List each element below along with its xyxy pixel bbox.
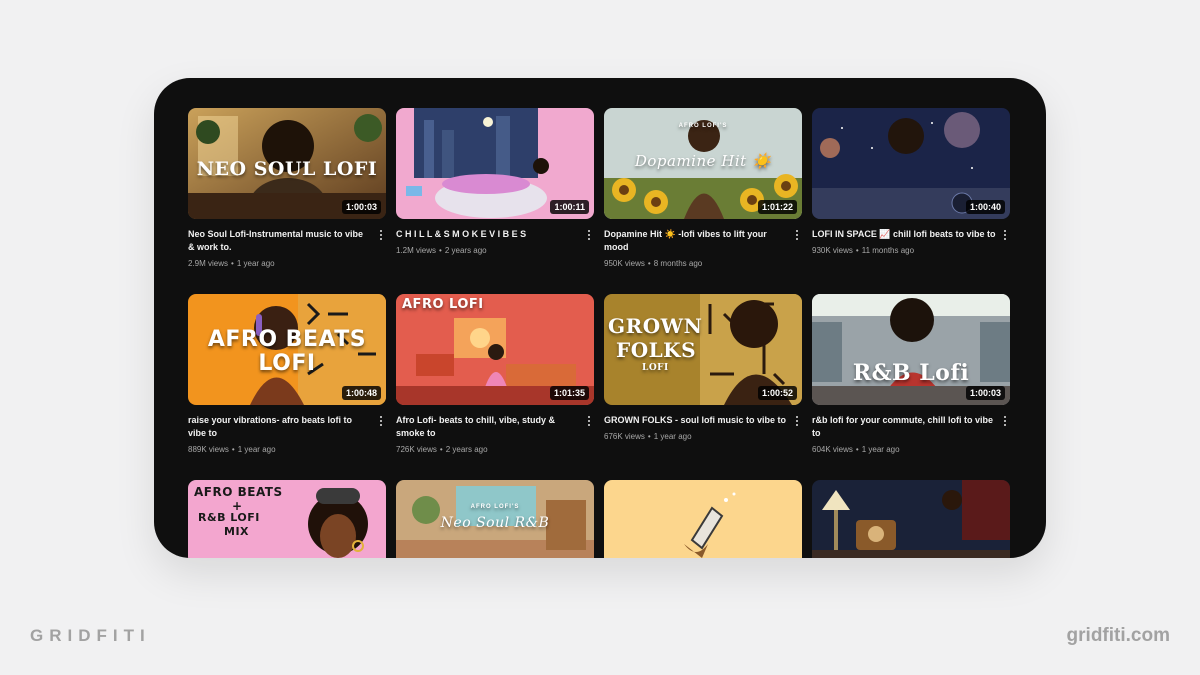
- video-grid-panel: NEO SOUL LOFI 1:00:03 Neo Soul Lofi-Inst…: [154, 78, 1046, 558]
- thumbnail-title: R&B Lofi: [852, 360, 970, 386]
- duration-badge: 1:00:03: [341, 200, 381, 214]
- video-card[interactable]: NEO SOUL LOFI 1:00:03 Neo Soul Lofi-Inst…: [188, 108, 386, 270]
- more-vert-icon[interactable]: [1000, 228, 1010, 242]
- video-title[interactable]: Afro Lofi- beats to chill, vibe, study &…: [396, 414, 580, 440]
- video-card[interactable]: GROWN FOLKS LOFI 1:00:52 GROWN FOLKS - s…: [604, 294, 802, 443]
- duration-badge: 1:01:22: [757, 200, 797, 214]
- duration-badge: 1:00:11: [550, 200, 589, 214]
- video-stats: 889K views • 1 year ago: [188, 445, 276, 454]
- view-count: 1.2M views: [396, 246, 437, 255]
- view-count: 676K views: [604, 432, 645, 441]
- video-stats: 726K views • 2 years ago: [396, 445, 488, 454]
- thumbnail-subtitle: AFRO LOFI'S: [470, 504, 520, 510]
- video-card[interactable]: AFRO LOFI'S Neo Soul R&B: [396, 480, 594, 558]
- video-stats: 2.9M views • 1 year ago: [188, 259, 275, 268]
- duration-badge: 1:00:03: [965, 386, 1005, 400]
- thumbnail-title-line2: LOFI: [258, 351, 316, 376]
- thumbnail-title: Neo Soul R&B: [440, 515, 550, 531]
- view-count: 2.9M views: [188, 259, 229, 268]
- video-card[interactable]: [604, 480, 802, 558]
- upload-age: 1 year ago: [237, 445, 276, 454]
- thumbnail-art: [812, 480, 1010, 558]
- duration-badge: 1:00:48: [341, 386, 381, 400]
- duration-badge: 1:00:52: [757, 386, 797, 400]
- upload-age: 2 years ago: [445, 445, 488, 454]
- thumbnail-title: AFRO BEATS: [194, 485, 283, 499]
- video-thumbnail[interactable]: 1:00:11: [396, 108, 594, 219]
- video-thumbnail[interactable]: 1:00:40: [812, 108, 1010, 219]
- upload-age: 1 year ago: [653, 432, 692, 441]
- video-thumbnail[interactable]: AFRO BEATS LOFI 1:00:48: [188, 294, 386, 405]
- thumbnail-title: AFRO LOFI: [402, 297, 484, 312]
- upload-age: 1 year ago: [236, 259, 275, 268]
- view-count: 604K views: [812, 445, 853, 454]
- thumbnail-title: Dopamine Hit ☀️: [634, 152, 772, 170]
- thumbnail-subtitle: R&B LOFI: [198, 511, 260, 524]
- video-card[interactable]: R&B Lofi 1:00:03 r&b lofi for your commu…: [812, 294, 1010, 456]
- video-thumbnail[interactable]: [812, 480, 1010, 558]
- view-count: 950K views: [604, 259, 645, 268]
- video-stats: 676K views • 1 year ago: [604, 432, 692, 441]
- video-stats: 930K views • 11 months ago: [812, 246, 915, 255]
- view-count: 930K views: [812, 246, 853, 255]
- more-vert-icon[interactable]: [792, 228, 802, 242]
- video-title[interactable]: C H I L L & S M O K E V I B E S: [396, 228, 580, 241]
- video-thumbnail[interactable]: [604, 480, 802, 558]
- video-card[interactable]: [812, 480, 1010, 558]
- video-thumbnail[interactable]: AFRO BEATS + R&B LOFI MIX: [188, 480, 386, 558]
- upload-age: 8 months ago: [653, 259, 703, 268]
- more-vert-icon[interactable]: [584, 414, 594, 428]
- more-vert-icon[interactable]: [584, 228, 594, 242]
- video-thumbnail[interactable]: AFRO LOFI'S Neo Soul R&B: [396, 480, 594, 558]
- video-thumbnail[interactable]: GROWN FOLKS LOFI 1:00:52: [604, 294, 802, 405]
- thumbnail-title: GROWN: [608, 314, 703, 338]
- upload-age: 2 years ago: [444, 246, 487, 255]
- upload-age: 11 months ago: [861, 246, 915, 255]
- video-stats: 1.2M views • 2 years ago: [396, 246, 487, 255]
- video-stats: 950K views • 8 months ago: [604, 259, 703, 268]
- view-count: 889K views: [188, 445, 229, 454]
- view-count: 726K views: [396, 445, 437, 454]
- more-vert-icon[interactable]: [1000, 414, 1010, 428]
- more-vert-icon[interactable]: [792, 414, 802, 428]
- thumbnail-subtitle: AFRO LOFI'S: [678, 123, 728, 129]
- video-thumbnail[interactable]: NEO SOUL LOFI 1:00:03: [188, 108, 386, 219]
- duration-badge: 1:01:35: [549, 386, 589, 400]
- more-vert-icon[interactable]: [376, 228, 386, 242]
- video-card[interactable]: AFRO BEATS + R&B LOFI MIX: [188, 480, 386, 558]
- video-thumbnail[interactable]: AFRO LOFI'S Dopamine Hit ☀️ 1:01:22: [604, 108, 802, 219]
- thumbnail-subtitle-line2: MIX: [224, 525, 250, 538]
- video-stats: 604K views • 1 year ago: [812, 445, 900, 454]
- thumbnail-title-line2: FOLKS: [616, 338, 697, 362]
- video-card[interactable]: AFRO BEATS LOFI 1:00:48 raise your vibra…: [188, 294, 386, 456]
- video-thumbnail[interactable]: AFRO LOFI 1:01:35: [396, 294, 594, 405]
- video-title[interactable]: Neo Soul Lofi-Instrumental music to vibe…: [188, 228, 372, 254]
- video-title[interactable]: raise your vibrations- afro beats lofi t…: [188, 414, 372, 440]
- video-title[interactable]: r&b lofi for your commute, chill lofi to…: [812, 414, 996, 440]
- thumbnail-title: NEO SOUL LOFI: [196, 158, 378, 180]
- thumbnail-title: AFRO BEATS: [207, 327, 367, 352]
- video-card[interactable]: 1:00:40 LOFI IN SPACE 📈 chill lofi beats…: [812, 108, 1010, 257]
- duration-badge: 1:00:40: [965, 200, 1005, 214]
- video-card[interactable]: 1:00:11 C H I L L & S M O K E V I B E S …: [396, 108, 594, 257]
- video-card[interactable]: AFRO LOFI 1:01:35 Afro Lofi- beats to ch…: [396, 294, 594, 456]
- brand-logo-left: GRIDFITI: [30, 626, 151, 645]
- thumbnail-subtitle: LOFI: [642, 363, 669, 373]
- brand-url-right: gridfiti.com: [1066, 625, 1170, 646]
- video-card[interactable]: AFRO LOFI'S Dopamine Hit ☀️ 1:01:22 Dopa…: [604, 108, 802, 270]
- video-title[interactable]: GROWN FOLKS - soul lofi music to vibe to: [604, 414, 788, 427]
- more-vert-icon[interactable]: [376, 414, 386, 428]
- video-thumbnail[interactable]: R&B Lofi 1:00:03: [812, 294, 1010, 405]
- video-title[interactable]: LOFI IN SPACE 📈 chill lofi beats to vibe…: [812, 228, 996, 241]
- video-title[interactable]: Dopamine Hit ☀️ -lofi vibes to lift your…: [604, 228, 788, 254]
- upload-age: 1 year ago: [861, 445, 900, 454]
- thumbnail-art: [604, 480, 802, 558]
